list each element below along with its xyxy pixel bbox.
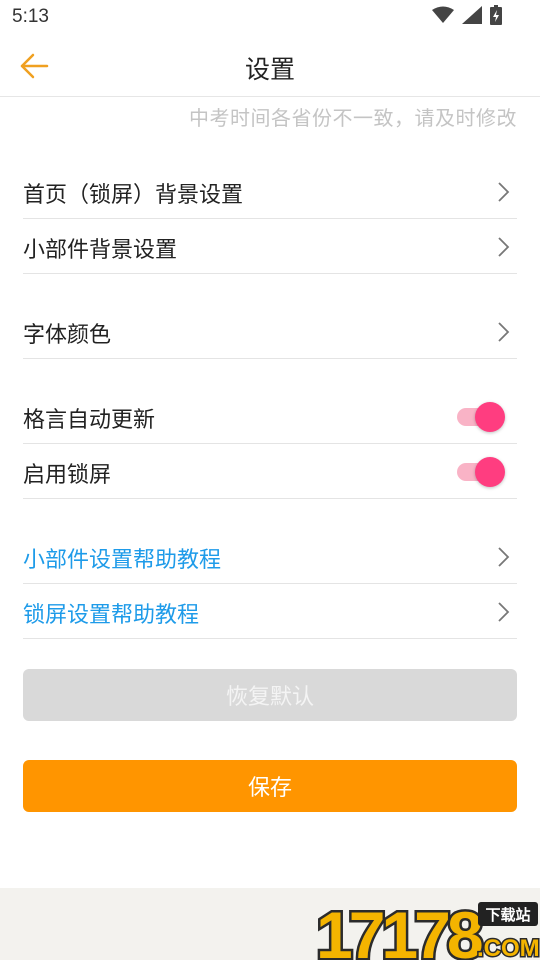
home-lock-background-row[interactable]: 首页（锁屏）背景设置 [23, 164, 517, 219]
app-header: 设置 [0, 36, 540, 97]
svg-text:下载站: 下载站 [485, 906, 530, 924]
motto-auto-update-toggle[interactable] [457, 401, 505, 432]
status-bar: 5:13 [0, 0, 540, 36]
exam-date-notice: 中考时间各省份不一致，请及时修改 [189, 106, 517, 130]
wifi-icon [432, 6, 454, 28]
restore-default-button[interactable]: 恢复默认 [23, 669, 517, 721]
enable-lock-screen-toggle[interactable] [457, 456, 505, 487]
save-button[interactable]: 保存 [23, 760, 517, 812]
chevron-right-icon [497, 546, 511, 568]
widget-background-label: 小部件背景设置 [23, 238, 178, 263]
cell-signal-icon [462, 6, 482, 28]
home-lock-background-label: 首页（锁屏）背景设置 [23, 183, 244, 208]
font-color-row[interactable]: 字体颜色 [23, 304, 517, 359]
page-title: 设置 [244, 55, 295, 84]
motto-auto-update-row: 格言自动更新 [23, 389, 517, 444]
lock-screen-help-row[interactable]: 锁屏设置帮助教程 [23, 584, 517, 639]
svg-text:17178: 17178 [316, 898, 482, 960]
motto-auto-update-label: 格言自动更新 [23, 408, 156, 433]
chevron-right-icon [497, 236, 511, 258]
enable-lock-screen-label: 启用锁屏 [23, 463, 112, 488]
chevron-right-icon [497, 181, 511, 203]
widget-background-row[interactable]: 小部件背景设置 [23, 219, 517, 274]
toggle-thumb [475, 402, 505, 432]
status-icons [432, 5, 502, 29]
lock-screen-help-link: 锁屏设置帮助教程 [23, 603, 200, 628]
widget-help-row[interactable]: 小部件设置帮助教程 [23, 529, 517, 584]
svg-text:.COM: .COM [477, 935, 540, 960]
toggle-thumb [475, 457, 505, 487]
site-watermark-logo: 17178 下载站 .COM [314, 896, 540, 964]
chevron-right-icon [497, 321, 511, 343]
widget-help-link: 小部件设置帮助教程 [23, 548, 222, 573]
battery-charging-icon [490, 5, 502, 29]
status-time: 5:13 [12, 6, 49, 27]
enable-lock-screen-row: 启用锁屏 [23, 444, 517, 499]
chevron-right-icon [497, 601, 511, 623]
font-color-label: 字体颜色 [23, 323, 112, 348]
